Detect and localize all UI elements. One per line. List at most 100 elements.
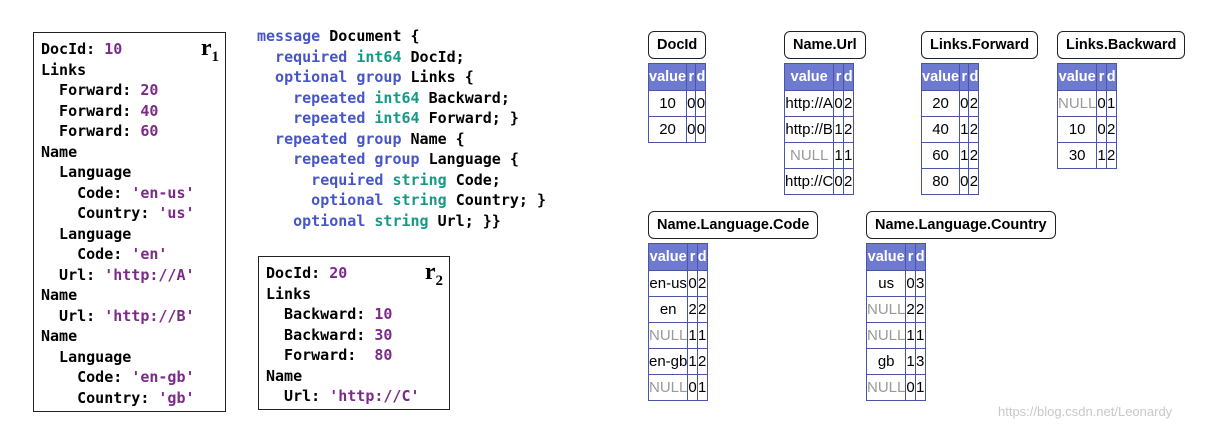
- keyword: repeated: [257, 129, 357, 148]
- field-name: Url; }}: [437, 211, 501, 230]
- value-cell: 10: [647, 90, 688, 117]
- definition-level-cell: 2: [968, 116, 980, 143]
- record-r1: r1 DocId: 10 Links Forward: 20 Forward: 4…: [33, 32, 226, 412]
- value-cell: http://B: [783, 116, 835, 143]
- field-name: Url:: [41, 306, 105, 325]
- column-header: r: [905, 243, 916, 271]
- header-row: value r d: [865, 243, 926, 271]
- field-name: DocId:: [266, 264, 330, 282]
- column-table: value r d http://A 0 2 http://B 1 2 NULL 1 1 http://…: [783, 63, 854, 195]
- repetition-level-cell: 0: [687, 270, 698, 297]
- field-name: Language: [41, 224, 132, 243]
- field-value: 'http://B': [104, 306, 195, 325]
- definition-level-cell: 1: [1105, 90, 1117, 117]
- field-value: 30: [374, 325, 393, 344]
- table-row: http://B 1 2: [783, 116, 854, 143]
- field-name: Code:: [41, 245, 132, 263]
- table-row: NULL 0 1: [865, 374, 926, 401]
- column-header: r: [1096, 63, 1107, 91]
- field-name: Code;: [455, 170, 501, 189]
- field-name: Name: [266, 366, 303, 385]
- definition-level-cell: 3: [914, 270, 926, 297]
- code-line: Name: [41, 142, 225, 163]
- value-cell: 40: [920, 116, 961, 143]
- table-row: en 2 2: [647, 296, 708, 323]
- field-value: 80: [374, 346, 393, 364]
- column-header: r: [686, 63, 697, 91]
- definition-level-cell: 1: [696, 322, 708, 349]
- code-line: Forward: 60: [41, 121, 225, 142]
- field-name: Url:: [41, 265, 105, 284]
- code-line: Language: [41, 347, 225, 368]
- table-row: 10 0 0: [647, 90, 707, 117]
- code-line: Forward: 80: [266, 345, 449, 366]
- column-header: value: [783, 63, 835, 91]
- definition-level-cell: 2: [968, 168, 980, 195]
- repetition-level-cell: 1: [833, 142, 844, 169]
- column-header: d: [842, 63, 854, 91]
- keyword: optional: [257, 68, 357, 86]
- value-cell: 20: [920, 90, 961, 117]
- protobuf-schema: message Document { required int64 DocId;…: [257, 26, 546, 231]
- type-name: string: [392, 191, 456, 209]
- definition-level-cell: 2: [696, 348, 708, 375]
- code-line: Name: [41, 285, 225, 306]
- repetition-level-cell: 1: [1096, 142, 1107, 169]
- repetition-level-cell: 0: [686, 116, 697, 143]
- value-cell: 60: [920, 142, 961, 169]
- code-line: Links: [266, 284, 449, 305]
- field-name: Name: [41, 327, 78, 345]
- code-line: optional group Links {: [257, 67, 546, 88]
- definition-level-cell: 2: [842, 90, 854, 117]
- value-cell: en: [647, 296, 689, 323]
- repetition-level-cell: 0: [905, 374, 916, 401]
- repetition-level-cell: 1: [959, 142, 970, 169]
- value-cell: NULL: [865, 322, 907, 349]
- table-title: Links.Backward: [1057, 31, 1186, 59]
- code-line: Forward: 40: [41, 101, 225, 122]
- code-line: DocId: 20: [266, 263, 449, 284]
- type-name: string: [374, 211, 438, 230]
- column-header: value: [865, 243, 907, 271]
- table-row: 10 0 2: [1056, 116, 1117, 143]
- keyword: required: [257, 47, 357, 66]
- field-name: Country:: [41, 204, 159, 222]
- code-line: repeated int64 Forward; }: [257, 108, 546, 129]
- value-cell: http://A: [783, 90, 835, 117]
- code-line: message Document {: [257, 26, 546, 47]
- definition-level-cell: 2: [914, 296, 926, 323]
- definition-level-cell: 0: [695, 116, 707, 143]
- field-value: 40: [140, 101, 159, 120]
- field-name: Backward;: [428, 88, 510, 107]
- field-name: Forward; }: [428, 109, 519, 127]
- schema-lines: message Document { required int64 DocId;…: [257, 26, 546, 231]
- value-cell: NULL: [647, 322, 689, 349]
- repetition-level-cell: 1: [833, 116, 844, 143]
- code-line: Forward: 20: [41, 80, 225, 101]
- record-r2-label: r2: [424, 259, 443, 289]
- column-header: d: [914, 243, 926, 271]
- field-name: Forward:: [41, 81, 141, 99]
- column-table: value r d 20 0 2 40 1 2 60 1 2 80 0 2: [920, 63, 980, 195]
- field-value: 'gb': [158, 388, 195, 407]
- column-table: value r d 10 0 0 20 0 0: [647, 63, 707, 143]
- repetition-level-cell: 1: [905, 322, 916, 349]
- field-name: Name {: [410, 129, 465, 148]
- code-line: Code: 'en': [41, 244, 225, 265]
- code-line: Url: 'http://A': [41, 265, 225, 286]
- repetition-level-cell: 0: [959, 168, 970, 195]
- repetition-level-cell: 2: [905, 296, 916, 323]
- column-header: r: [833, 63, 844, 91]
- keyword: group: [374, 150, 429, 168]
- column-table: value r d us 0 3 NULL 2 2 NULL 1 1 gb 1 3 NULL 0 1: [865, 243, 926, 401]
- table-title: DocId: [648, 31, 707, 59]
- repetition-level-cell: 1: [905, 348, 916, 375]
- definition-level-cell: 2: [968, 142, 980, 169]
- repetition-level-cell: 2: [687, 296, 698, 323]
- field-value: 20: [140, 81, 159, 99]
- field-value: 'http://A': [104, 265, 195, 284]
- code-line: Url: 'http://C': [266, 386, 449, 407]
- column-header: r: [687, 243, 698, 271]
- table-row: 20 0 0: [647, 116, 707, 143]
- repetition-level-cell: 1: [687, 322, 698, 349]
